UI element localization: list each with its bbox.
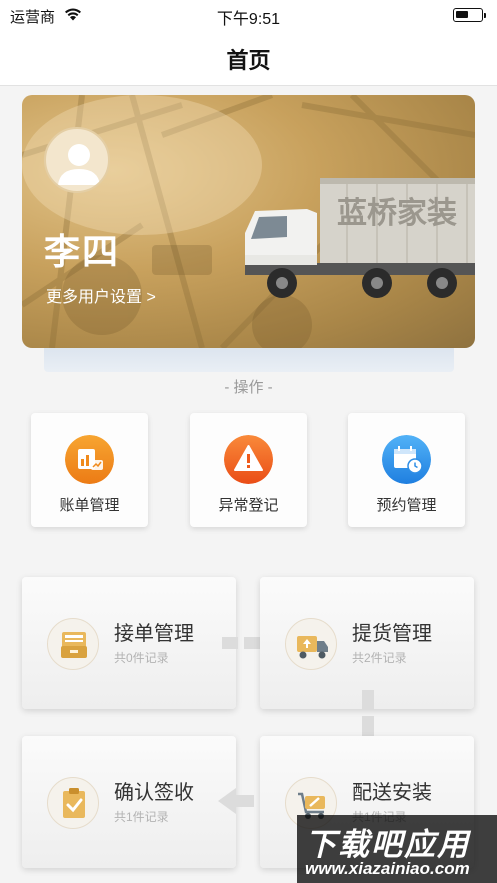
order-box-icon (61, 632, 87, 658)
pickup-management-count: 共2件记录 (352, 651, 407, 665)
order-management-count: 共0件记录 (114, 651, 169, 665)
calendar-clock-icon (382, 435, 431, 484)
bill-management-button[interactable]: 账单管理 (31, 413, 148, 527)
user-avatar[interactable] (44, 127, 110, 193)
user-banner: 李四 更多用户设置 > 蓝桥家装 (22, 95, 475, 348)
more-user-settings-link[interactable]: 更多用户设置 > (46, 283, 156, 307)
operations-section-label: - 操作 - (224, 379, 273, 396)
watermark: 下载吧应用 www.xiazainiao.com (297, 815, 497, 883)
truck-brand-text: 蓝桥家装 (337, 196, 457, 231)
warning-icon (224, 435, 273, 484)
battery-icon (453, 8, 486, 22)
appointment-management-button[interactable]: 预约管理 (348, 413, 465, 527)
navigation-bar: 首页 (0, 30, 497, 86)
bill-management-label: 账单管理 (59, 497, 120, 514)
delivery-installation-title: 配送安装 (352, 782, 432, 804)
order-management-title: 接单管理 (114, 623, 194, 645)
order-management-card[interactable]: 接单管理 共0件记录 (22, 577, 236, 709)
confirm-receipt-count: 共1件记录 (114, 810, 169, 824)
clipboard-check-icon (63, 788, 85, 818)
bill-chart-icon (65, 435, 114, 484)
truck-upload-icon (297, 636, 328, 659)
pickup-management-title: 提货管理 (352, 623, 432, 645)
order-icon-circle (47, 618, 99, 670)
truck-image: 蓝桥家装 (245, 178, 475, 298)
appointment-management-label: 预约管理 (376, 497, 437, 514)
confirm-receipt-title: 确认签收 (114, 782, 194, 804)
confirm-receipt-card[interactable]: 确认签收 共1件记录 (22, 736, 236, 868)
exception-registration-button[interactable]: 异常登记 (190, 413, 307, 527)
pickup-icon-circle (285, 618, 337, 670)
watermark-text: 下载吧应用 (305, 827, 470, 862)
watermark-url: www.xiazainiao.com (305, 859, 470, 878)
user-name: 李四 (44, 231, 121, 272)
status-time: 下午9:51 (216, 11, 281, 28)
confirm-icon-circle (47, 777, 99, 829)
exception-registration-label: 异常登记 (218, 497, 279, 514)
status-bar: 运营商 下午9:51 (0, 0, 497, 30)
page-title: 首页 (226, 48, 271, 73)
